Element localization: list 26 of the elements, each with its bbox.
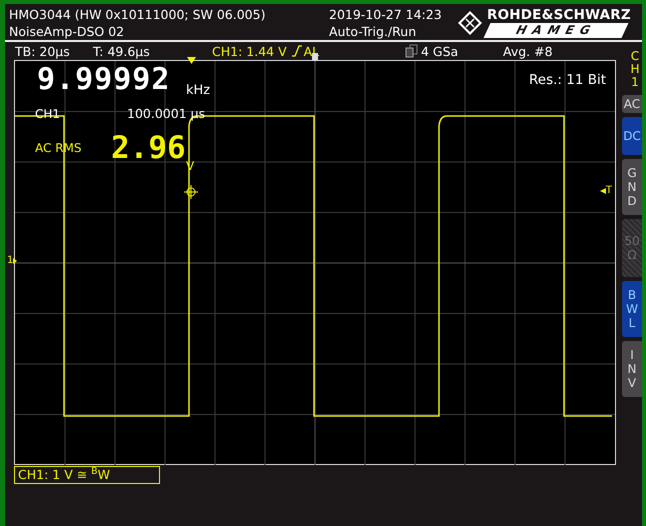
frequency-value: 9.99992 — [37, 65, 170, 95]
crosshair-icon — [184, 185, 198, 199]
side-button[interactable]: G N D — [622, 159, 642, 215]
channel-label: C H 1 — [629, 50, 641, 89]
side-button[interactable]: AC — [622, 95, 642, 113]
trigger-position-icon — [187, 57, 196, 64]
logo-text: ROHDE&SCHWARZ — [487, 8, 631, 23]
date-time: 2019-10-27 14:23 — [329, 6, 443, 23]
device-model: HMO3044 (HW 0x10111000; SW 06.005) — [9, 6, 266, 23]
channel-scale-label: CH1: 1 V ≅ $^{B}$W — [14, 466, 160, 484]
frequency-unit: kHz — [186, 84, 210, 97]
resolution: Res.: 11 Bit — [529, 74, 606, 88]
side-button[interactable]: B W L — [622, 281, 642, 337]
side-button[interactable]: I N V — [622, 341, 642, 397]
memory-icon — [405, 44, 418, 58]
side-button[interactable]: DC — [622, 117, 642, 155]
trigger-mode: Auto-Trig./Run — [329, 23, 418, 40]
trigger-source: CH1: 1.44 V — [212, 42, 287, 60]
averaging: Avg. #8 — [503, 42, 553, 60]
diamond-logo-icon — [457, 10, 483, 36]
device-name: NoiseAmp-DSO 02 — [9, 23, 126, 40]
rising-edge-icon — [290, 45, 303, 57]
timebase: TB: 20µs — [15, 42, 71, 60]
sample-rate: 4 GSa — [421, 42, 458, 60]
rms-value: 2.96 — [111, 133, 186, 164]
trigger-time: T: 49.6µs — [93, 42, 151, 60]
